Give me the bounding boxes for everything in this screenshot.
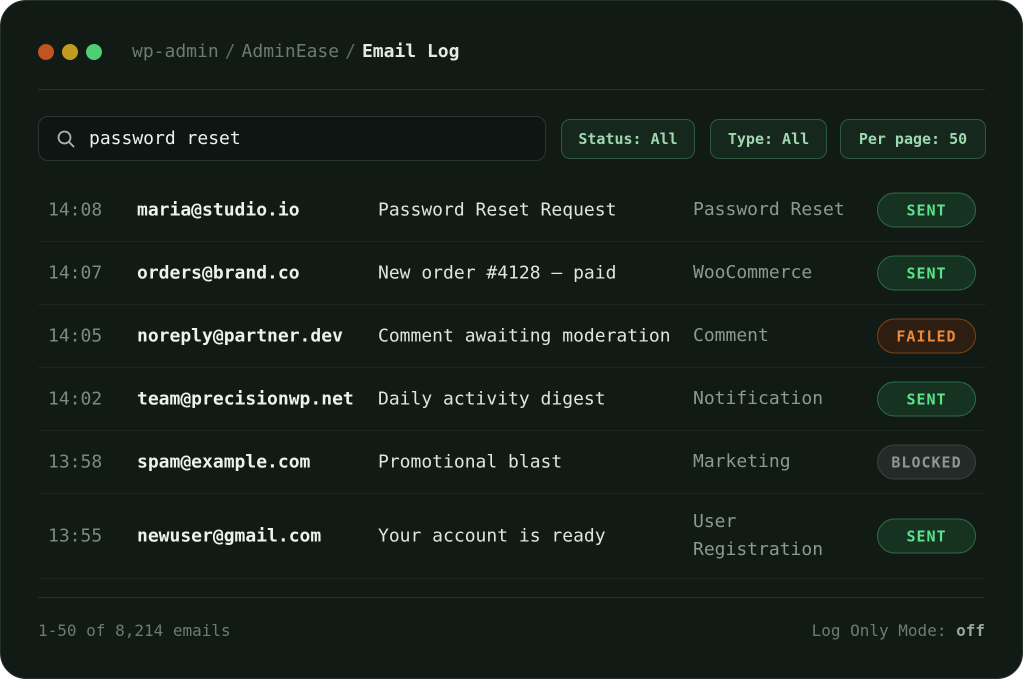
title-bar: wp-admin / AdminEase / Email Log bbox=[38, 37, 985, 69]
email-log-table: 14:08 maria@studio.io Password Reset Req… bbox=[38, 179, 986, 579]
row-time: 14:07 bbox=[48, 262, 103, 284]
type-filter[interactable]: Type: All bbox=[710, 119, 827, 159]
status-badge: SENT bbox=[877, 381, 976, 417]
breadcrumb-wp-admin[interactable]: wp-admin bbox=[132, 41, 219, 62]
row-type: User Registration bbox=[693, 511, 824, 560]
row-subject: Password Reset Request bbox=[378, 199, 617, 221]
status-badge: SENT bbox=[877, 518, 976, 554]
breadcrumb-separator: / bbox=[345, 41, 356, 62]
row-recipient: newuser@gmail.com bbox=[137, 525, 322, 547]
pagination-summary: 1-50 of 8,214 emails bbox=[38, 621, 231, 640]
minimize-window-button[interactable] bbox=[62, 44, 78, 60]
row-subject: Your account is ready bbox=[378, 525, 606, 547]
row-recipient: maria@studio.io bbox=[137, 199, 300, 221]
row-type: Notification bbox=[693, 388, 824, 409]
breadcrumb-adminease[interactable]: AdminEase bbox=[242, 41, 340, 62]
table-row[interactable]: 13:58 spam@example.com Promotional blast… bbox=[38, 431, 986, 494]
row-type: Password Reset bbox=[693, 199, 845, 220]
status-badge: SENT bbox=[877, 255, 976, 291]
footer-divider bbox=[38, 597, 985, 598]
app-window: wp-admin / AdminEase / Email Log password re… bbox=[0, 0, 1023, 679]
row-subject: Daily activity digest bbox=[378, 388, 606, 410]
table-row[interactable]: 14:02 team@precisionwp.net Daily activit… bbox=[38, 368, 986, 431]
status-badge: SENT bbox=[877, 192, 976, 228]
row-time: 14:05 bbox=[48, 325, 103, 347]
row-type: WooCommerce bbox=[693, 262, 813, 283]
header-divider bbox=[38, 89, 985, 90]
breadcrumb: wp-admin / AdminEase / Email Log bbox=[132, 41, 459, 62]
log-only-label: Log Only Mode: bbox=[811, 621, 947, 640]
row-recipient: spam@example.com bbox=[137, 451, 311, 473]
close-window-button[interactable] bbox=[38, 44, 54, 60]
row-subject: New order #4128 — paid bbox=[378, 262, 617, 284]
status-filter[interactable]: Status: All bbox=[561, 119, 695, 159]
log-only-value[interactable]: off bbox=[956, 621, 985, 640]
log-only-mode[interactable]: Log Only Mode: off bbox=[812, 621, 985, 640]
row-recipient: orders@brand.co bbox=[137, 262, 300, 284]
row-recipient: team@precisionwp.net bbox=[137, 388, 354, 410]
row-subject: Promotional blast bbox=[378, 451, 563, 473]
row-time: 14:08 bbox=[48, 199, 103, 221]
row-recipient: noreply@partner.dev bbox=[137, 325, 343, 347]
search-icon bbox=[57, 130, 75, 148]
per-page-filter[interactable]: Per page: 50 bbox=[840, 119, 986, 159]
row-type: Comment bbox=[693, 325, 769, 346]
row-time: 13:58 bbox=[48, 451, 103, 473]
status-badge: BLOCKED bbox=[877, 444, 976, 480]
row-type: Marketing bbox=[693, 451, 791, 472]
row-time: 14:02 bbox=[48, 388, 103, 410]
maximize-window-button[interactable] bbox=[86, 44, 102, 60]
table-row[interactable]: 14:05 noreply@partner.dev Comment awaiti… bbox=[38, 305, 986, 368]
status-badge: FAILED bbox=[877, 318, 976, 354]
search-input[interactable]: password reset bbox=[38, 116, 546, 161]
breadcrumb-separator: / bbox=[224, 41, 236, 62]
table-row[interactable]: 14:07 orders@brand.co New order #4128 — … bbox=[38, 242, 986, 305]
row-time: 13:55 bbox=[48, 525, 103, 547]
breadcrumb-email-log: Email Log bbox=[361, 41, 460, 62]
row-subject: Comment awaiting moderation bbox=[378, 325, 671, 347]
search-value[interactable]: password reset bbox=[89, 128, 241, 149]
table-row[interactable]: 14:08 maria@studio.io Password Reset Req… bbox=[38, 179, 986, 242]
table-row[interactable]: 13:55 newuser@gmail.com Your account is … bbox=[38, 494, 986, 579]
